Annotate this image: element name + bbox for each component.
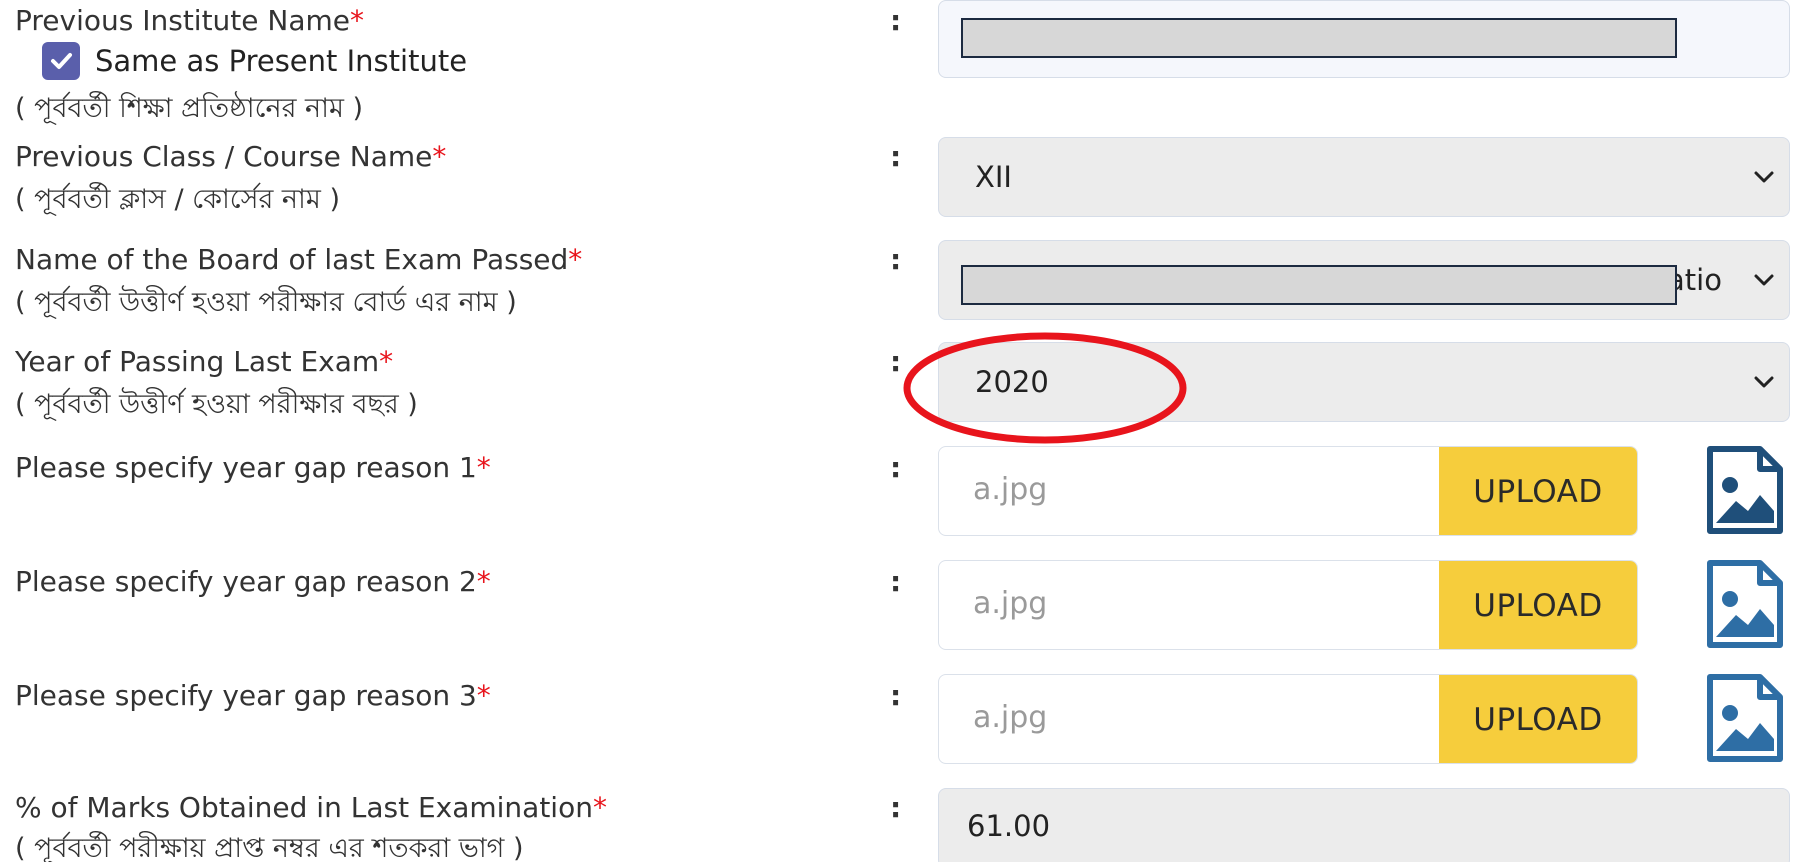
board-row: Name of the Board of last Exam Passed* (… — [0, 238, 1800, 333]
gap-reason-file-input[interactable]: a.jpg UPLOAD — [938, 560, 1638, 650]
year-of-passing-label-bn: ( পূর্ববর্তী উত্তীর্ণ হওয়া পরীক্ষার বছর… — [15, 389, 418, 420]
same-as-present-checkbox[interactable] — [42, 42, 80, 80]
year-of-passing-label: Year of Passing Last Exam* — [15, 345, 394, 378]
previous-class-value: XII — [975, 160, 1012, 194]
file-name: a.jpg — [973, 700, 1048, 735]
gap-reason-row-1: Please specify year gap reason 1* : a.jp… — [0, 445, 1800, 537]
previous-class-label: Previous Class / Course Name* — [15, 140, 447, 173]
image-file-icon[interactable] — [1704, 559, 1784, 649]
separator: : — [890, 4, 902, 37]
separator: : — [890, 345, 902, 378]
required-mark: * — [476, 451, 491, 484]
redacted-value — [961, 265, 1677, 305]
upload-button[interactable]: UPLOAD — [1439, 561, 1637, 649]
separator: : — [890, 451, 902, 484]
required-mark: * — [592, 791, 607, 824]
chevron-down-icon — [1754, 376, 1774, 388]
required-mark: * — [568, 243, 583, 276]
marks-value: 61.00 — [967, 809, 1051, 843]
required-mark: * — [379, 345, 394, 378]
marks-label: % of Marks Obtained in Last Examination* — [15, 791, 607, 824]
separator: : — [890, 791, 902, 824]
board-label-bn: ( পূর্ববর্তী উত্তীর্ণ হওয়া পরীক্ষার বোর… — [15, 287, 517, 318]
gap-reason-row-2: Please specify year gap reason 2* : a.jp… — [0, 559, 1800, 651]
separator: : — [890, 243, 902, 276]
chevron-down-icon — [1754, 171, 1774, 183]
gap-reason-label: Please specify year gap reason 3* — [15, 679, 491, 712]
file-name: a.jpg — [973, 586, 1048, 621]
check-icon — [51, 53, 72, 69]
previous-institute-row: Previous Institute Name* Same as Present… — [0, 0, 1800, 130]
required-mark: * — [432, 140, 447, 173]
marks-input[interactable]: 61.00 — [938, 788, 1790, 862]
board-select[interactable]: atio — [938, 240, 1790, 320]
separator: : — [890, 565, 902, 598]
previous-class-label-bn: ( পূর্ববর্তী ক্লাস / কোর্সের নাম ) — [15, 184, 340, 215]
gap-reason-label: Please specify year gap reason 1* — [15, 451, 491, 484]
upload-button[interactable]: UPLOAD — [1439, 447, 1637, 535]
gap-reason-file-input[interactable]: a.jpg UPLOAD — [938, 446, 1638, 536]
same-as-present-label[interactable]: Same as Present Institute — [95, 44, 467, 78]
board-label: Name of the Board of last Exam Passed* — [15, 243, 583, 276]
file-name: a.jpg — [973, 472, 1048, 507]
image-file-icon[interactable] — [1704, 445, 1784, 535]
separator: : — [890, 679, 902, 712]
required-mark: * — [476, 565, 491, 598]
previous-institute-label-bn: ( পূর্ববর্তী শিক্ষা প্রতিষ্ঠানের নাম ) — [15, 93, 364, 124]
upload-button[interactable]: UPLOAD — [1439, 675, 1637, 763]
year-of-passing-value: 2020 — [975, 365, 1049, 399]
previous-institute-input[interactable] — [938, 0, 1790, 78]
year-of-passing-row: Year of Passing Last Exam* ( পূর্ববর্তী … — [0, 340, 1800, 435]
redacted-value — [961, 18, 1677, 58]
previous-class-select[interactable]: XII — [938, 137, 1790, 217]
gap-reason-label: Please specify year gap reason 2* — [15, 565, 491, 598]
chevron-down-icon — [1754, 274, 1774, 286]
gap-reason-row-3: Please specify year gap reason 3* : a.jp… — [0, 673, 1800, 765]
marks-label-bn: ( পূর্ববর্তী পরীক্ষায় প্রাপ্ত নম্বর এর … — [15, 833, 524, 862]
image-file-icon[interactable] — [1704, 673, 1784, 763]
previous-class-row: Previous Class / Course Name* ( পূর্ববর্… — [0, 135, 1800, 230]
required-mark: * — [476, 679, 491, 712]
previous-institute-label: Previous Institute Name* — [15, 4, 365, 37]
year-of-passing-select[interactable]: 2020 — [938, 342, 1790, 422]
gap-reason-file-input[interactable]: a.jpg UPLOAD — [938, 674, 1638, 764]
required-mark: * — [350, 4, 365, 37]
separator: : — [890, 140, 902, 173]
marks-row: % of Marks Obtained in Last Examination*… — [0, 788, 1800, 862]
